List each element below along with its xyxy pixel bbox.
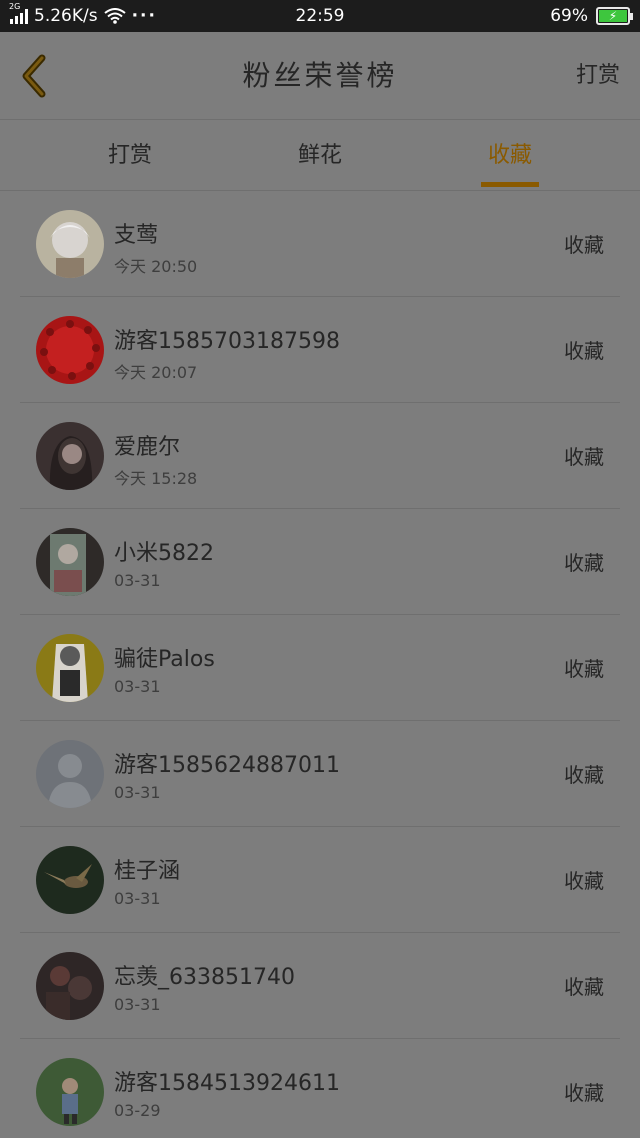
timestamp: 今天 20:07	[114, 363, 198, 382]
action-label: 收藏	[564, 339, 604, 363]
avatar[interactable]	[36, 846, 104, 914]
network-tag: 2G	[9, 2, 21, 11]
network-speed: 5.26K/s	[34, 6, 98, 26]
action-label: 收藏	[564, 869, 604, 893]
battery-percent: 69%	[550, 6, 588, 26]
list-item[interactable]: 游客1585703187598 今天 20:07 收藏	[20, 297, 620, 403]
timestamp: 03-31	[114, 677, 161, 696]
action-label: 收藏	[564, 445, 604, 469]
action-label: 收藏	[564, 975, 604, 999]
timestamp: 今天 20:50	[114, 257, 198, 276]
avatar[interactable]	[36, 316, 104, 384]
avatar[interactable]	[36, 1058, 104, 1126]
signal-icon: 2G	[9, 2, 28, 24]
header: 粉丝荣誉榜 打赏	[0, 32, 640, 120]
timestamp: 03-31	[114, 571, 161, 590]
reward-button[interactable]: 打赏	[576, 32, 620, 120]
avatar[interactable]	[36, 740, 104, 808]
tab-bar: 打赏 鲜花 收藏	[0, 121, 640, 191]
user-name: 游客1584513924611	[114, 1071, 340, 1096]
user-name: 游客1585703187598	[114, 329, 340, 354]
avatar[interactable]	[36, 210, 104, 278]
tab-reward[interactable]: 打赏	[70, 121, 190, 191]
list-item[interactable]: 骗徒Palos 03-31 收藏	[20, 615, 620, 721]
list-item[interactable]: 游客1585624887011 03-31 收藏	[20, 721, 620, 827]
list-item[interactable]: 支莺 今天 20:50 收藏	[20, 191, 620, 297]
action-label: 收藏	[564, 1081, 604, 1105]
avatar[interactable]	[36, 952, 104, 1020]
list-item[interactable]: 小米5822 03-31 收藏	[20, 509, 620, 615]
user-name: 游客1585624887011	[114, 753, 340, 778]
list-item[interactable]: 忘羡_633851740 03-31 收藏	[20, 933, 620, 1039]
user-name: 骗徒Palos	[114, 647, 215, 672]
timestamp: 03-31	[114, 889, 161, 908]
user-name: 支莺	[114, 223, 159, 248]
status-left: 2G 5.26K/s ···	[9, 2, 157, 26]
page-title: 粉丝荣誉榜	[242, 59, 398, 92]
list-item[interactable]: 桂子涵 03-31 收藏	[20, 827, 620, 933]
list-item[interactable]: 爱鹿尔 今天 15:28 收藏	[20, 403, 620, 509]
status-bar: 2G 5.26K/s ··· 22:59 69% ⚡	[0, 0, 640, 32]
avatar[interactable]	[36, 528, 104, 596]
user-name: 爱鹿尔	[114, 435, 181, 460]
tab-favorites-label: 收藏	[487, 143, 532, 168]
timestamp: 03-31	[114, 995, 161, 1014]
battery-icon: ⚡	[596, 7, 633, 25]
more-dots-icon: ···	[131, 6, 157, 26]
wifi-icon	[103, 8, 126, 24]
action-label: 收藏	[564, 233, 604, 257]
list-item[interactable]: 游客1584513924611 03-29 收藏	[20, 1039, 620, 1138]
timestamp: 03-31	[114, 783, 161, 802]
tab-flowers[interactable]: 鲜花	[260, 121, 380, 191]
battery-fill: ⚡	[599, 9, 627, 23]
tab-favorites[interactable]: 收藏	[450, 121, 570, 191]
avatar[interactable]	[36, 422, 104, 490]
action-label: 收藏	[564, 657, 604, 681]
status-right: 69% ⚡	[550, 6, 633, 26]
timestamp: 03-29	[114, 1101, 161, 1120]
action-label: 收藏	[564, 763, 604, 787]
user-name: 忘羡_633851740	[114, 965, 295, 990]
avatar[interactable]	[36, 634, 104, 702]
user-name: 桂子涵	[114, 859, 181, 884]
user-name: 小米5822	[114, 541, 214, 566]
timestamp: 今天 15:28	[114, 469, 198, 488]
action-label: 收藏	[564, 551, 604, 575]
fan-list: 支莺 今天 20:50 收藏 游客1585703187598 今天 20:07 …	[0, 191, 640, 1138]
active-tab-indicator	[481, 182, 539, 187]
